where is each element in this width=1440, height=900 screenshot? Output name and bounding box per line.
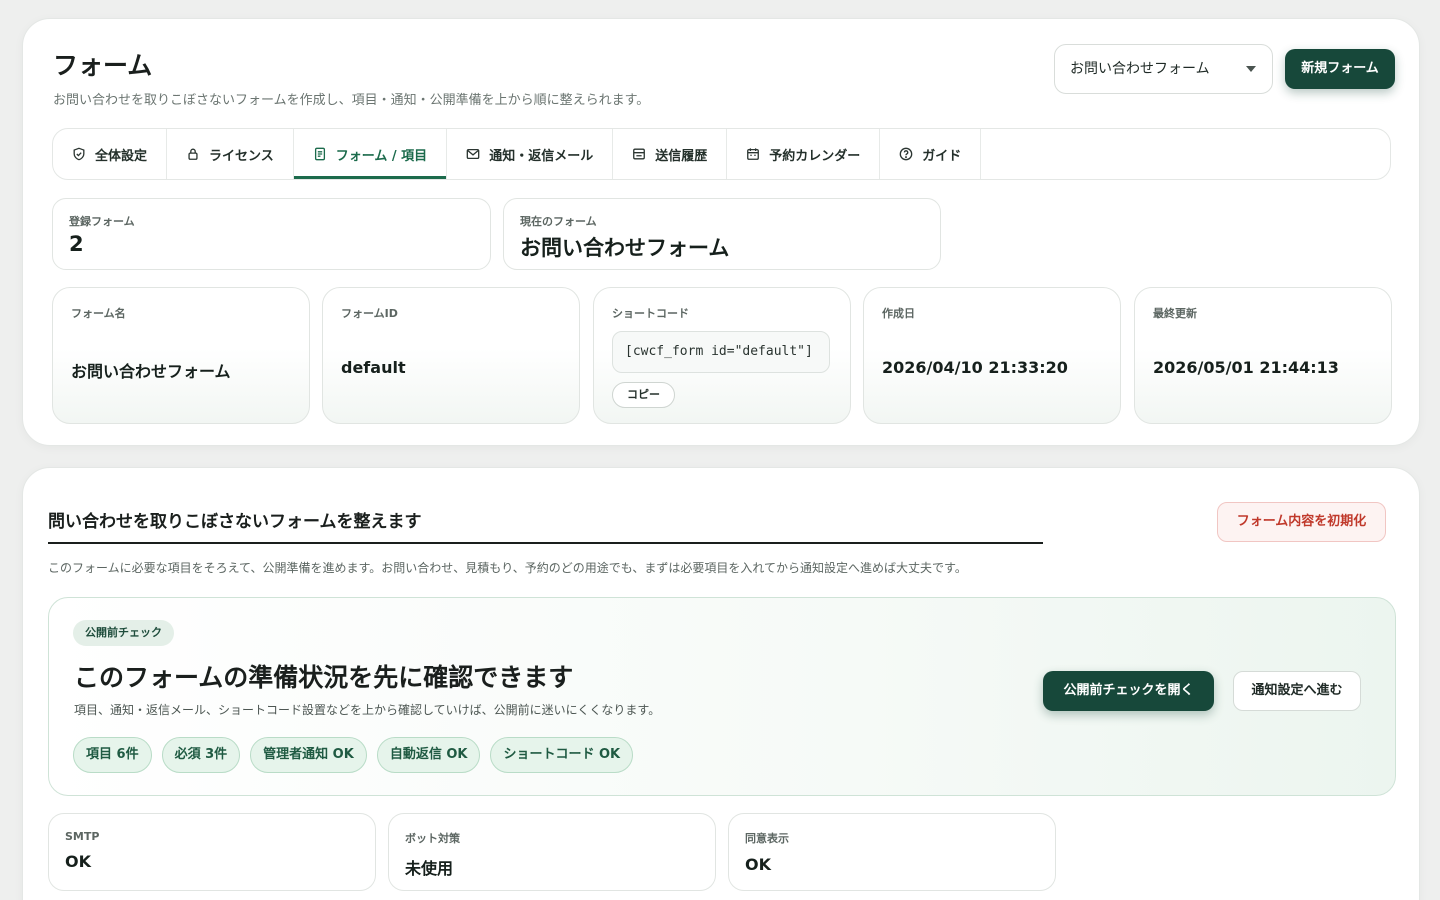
check-title: このフォームの準備状況を先に確認できます (74, 663, 574, 692)
meta-label: フォームID (341, 307, 398, 320)
inbox-icon (633, 148, 646, 160)
section-title: 問い合わせを取りこぼさないフォームを整えます (48, 507, 1043, 544)
tab-guide[interactable]: ガイド (880, 129, 982, 179)
meta-value: 2026/04/10 21:33:20 (882, 358, 1068, 377)
tab-label: ガイド (922, 148, 962, 164)
prepublish-badge: 公開前チェック (73, 620, 174, 646)
tab-booking-calendar[interactable]: 予約カレンダー (727, 129, 881, 179)
tab-label: 送信履歴 (655, 148, 708, 164)
status-pill: ショートコード OK (490, 737, 634, 773)
page-title: フォーム (53, 51, 153, 80)
tab-label: ライセンス (209, 148, 274, 164)
meta-value: default (341, 358, 406, 377)
chevron-down-icon (1246, 66, 1256, 72)
tab-label: 全体設定 (95, 148, 148, 164)
shortcode-field[interactable]: [cwcf_form id="default"] (612, 331, 830, 373)
meta-label: ショートコード (612, 307, 689, 320)
tab-notification-mail[interactable]: 通知・返信メール (447, 129, 614, 179)
status-pill: 必須 3件 (161, 737, 241, 773)
stat-value: 2 (69, 232, 84, 256)
form-select-value: お問い合わせフォーム (1070, 61, 1210, 77)
meta-value: お問い合わせフォーム (71, 362, 231, 381)
registered-forms-stat: 登録フォーム 2 (52, 198, 491, 270)
prepublish-check-panel: 公開前チェック このフォームの準備状況を先に確認できます 項目、通知・返信メール… (48, 597, 1396, 796)
form-id-card: フォームID default (322, 287, 580, 424)
stat-value: お問い合わせフォーム (520, 236, 730, 260)
form-select[interactable]: お問い合わせフォーム (1054, 44, 1273, 94)
status-value: OK (65, 852, 91, 871)
lock-icon (188, 148, 198, 160)
meta-value: 2026/05/01 21:44:13 (1153, 358, 1339, 377)
stat-label: 現在のフォーム (520, 215, 597, 228)
tab-label: 通知・返信メール (489, 148, 594, 164)
tab-license[interactable]: ライセンス (167, 129, 294, 179)
tab-bar: 全体設定 ライセンス フォーム / 項目 通知・返信メール 送信履歴 予約カレン… (52, 128, 1391, 180)
mail-icon (466, 148, 480, 160)
status-pill: 自動返信 OK (376, 737, 481, 773)
tab-form-fields[interactable]: フォーム / 項目 (293, 129, 448, 179)
form-content-card: 問い合わせを取りこぼさないフォームを整えます フォーム内容を初期化 このフォーム… (22, 467, 1420, 900)
status-pill: 管理者通知 OK (250, 737, 367, 773)
calendar-icon (747, 148, 760, 160)
go-notification-button[interactable]: 通知設定へ進む (1233, 671, 1361, 711)
page-subtitle: お問い合わせを取りこぼさないフォームを作成し、項目・通知・公開準備を上から順に整… (53, 93, 650, 108)
tab-label: 予約カレンダー (769, 148, 861, 164)
bot-protection-status-card: ボット対策 未使用 (388, 813, 716, 891)
updated-date-card: 最終更新 2026/05/01 21:44:13 (1134, 287, 1392, 424)
status-pill: 項目 6件 (73, 737, 152, 773)
smtp-status-card: SMTP OK (48, 813, 376, 891)
tab-label: フォーム / 項目 (335, 148, 428, 164)
form-name-card: フォーム名 お問い合わせフォーム (52, 287, 310, 424)
stat-label: 登録フォーム (69, 215, 135, 228)
consent-status-card: 同意表示 OK (728, 813, 1056, 891)
form-header-card: フォーム お問い合わせを取りこぼさないフォームを作成し、項目・通知・公開準備を上… (22, 18, 1420, 446)
status-label: ボット対策 (405, 832, 460, 845)
created-date-card: 作成日 2026/04/10 21:33:20 (863, 287, 1121, 424)
shield-check-icon (73, 147, 85, 161)
status-value: 未使用 (405, 859, 454, 878)
copy-button[interactable]: コピー (612, 382, 675, 408)
meta-label: 作成日 (882, 307, 915, 320)
shortcode-card: ショートコード [cwcf_form id="default"] コピー (593, 287, 851, 424)
document-icon (314, 147, 325, 161)
open-check-button[interactable]: 公開前チェックを開く (1043, 671, 1214, 711)
status-label: SMTP (65, 830, 100, 843)
meta-label: フォーム名 (71, 307, 126, 320)
status-value: OK (745, 855, 771, 874)
help-circle-icon (899, 147, 913, 161)
section-description: このフォームに必要な項目をそろえて、公開準備を進めます。お問い合わせ、見積もり、… (48, 561, 967, 575)
reset-form-button[interactable]: フォーム内容を初期化 (1217, 502, 1386, 542)
meta-label: 最終更新 (1153, 307, 1197, 320)
tab-send-history[interactable]: 送信履歴 (613, 129, 728, 179)
check-pills: 項目 6件 必須 3件 管理者通知 OK 自動返信 OK ショートコード OK (73, 737, 634, 773)
check-description: 項目、通知・返信メール、ショートコード設置などを上から確認していけば、公開前に迷… (74, 703, 661, 717)
current-form-stat: 現在のフォーム お問い合わせフォーム (503, 198, 941, 270)
new-form-button[interactable]: 新規フォーム (1285, 49, 1395, 89)
status-label: 同意表示 (745, 832, 789, 845)
tab-global-settings[interactable]: 全体設定 (53, 129, 168, 179)
